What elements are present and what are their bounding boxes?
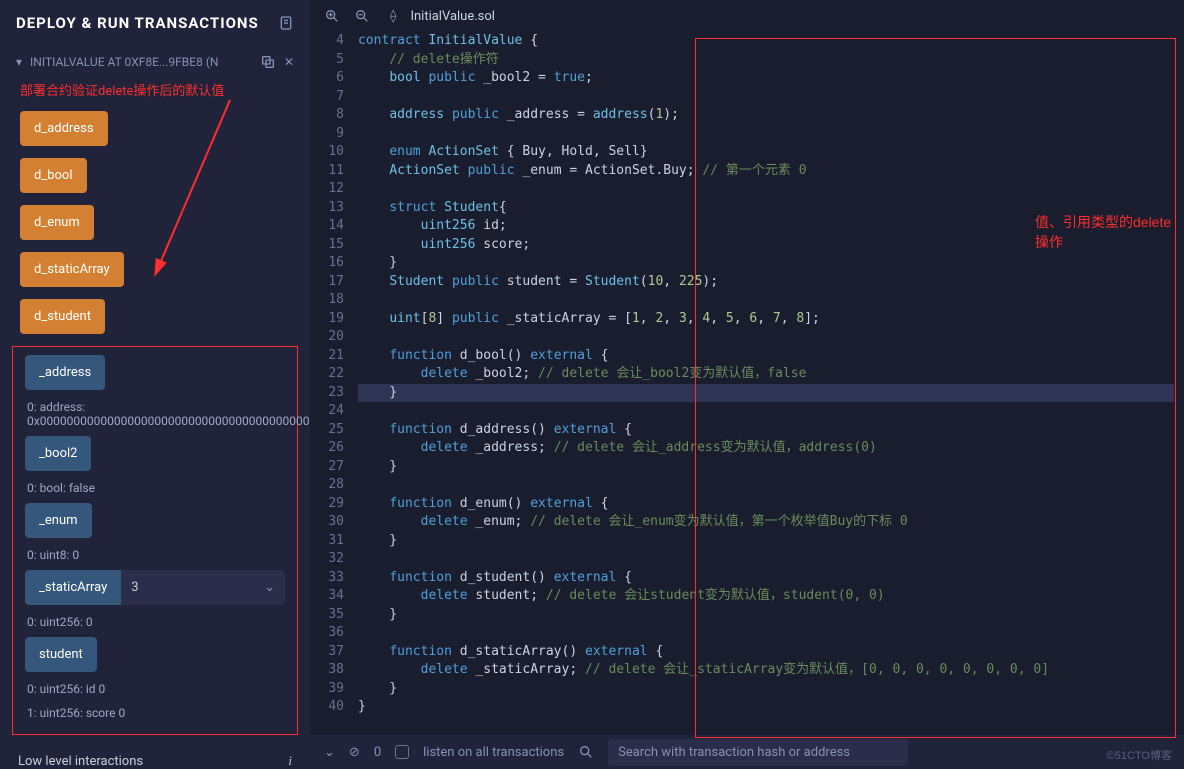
- search-icon[interactable]: [578, 744, 594, 760]
- fn-button-d_bool[interactable]: d_bool: [20, 158, 87, 193]
- pending-count: 0: [374, 745, 381, 760]
- annotation-right: 值、引用类型的delete操作: [1035, 212, 1184, 252]
- terminal-bar: ⌄ ⊘ 0 listen on all transactions Search …: [310, 735, 1184, 769]
- result-value: 0: address: 0x00000000000000000000000000…: [17, 394, 293, 432]
- line-gutter: 4567891011121314151617181920212223242526…: [310, 32, 358, 717]
- instance-label: INITIALVALUE AT 0XF8E...9FBE8 (N: [30, 55, 252, 69]
- doc-icon[interactable]: [278, 15, 294, 31]
- result-value: 0: uint8: 0: [17, 542, 293, 566]
- getter-_enum[interactable]: _enum: [25, 503, 92, 538]
- annotation-left: 部署合约验证delete操作后的默认值: [0, 78, 310, 105]
- result-value: 0: bool: false: [17, 475, 293, 499]
- getter-_address[interactable]: _address: [25, 355, 105, 390]
- file-tab[interactable]: InitialValue.sol: [410, 9, 495, 24]
- copy-icon[interactable]: [260, 54, 276, 70]
- fn-button-d_staticArray[interactable]: d_staticArray: [20, 252, 124, 287]
- getter-_bool2[interactable]: _bool2: [25, 436, 91, 471]
- chevron-down-icon: ▾: [16, 55, 22, 69]
- terminal-search-input[interactable]: Search with transaction hash or address: [608, 739, 908, 766]
- info-icon[interactable]: i: [288, 753, 292, 769]
- main: ⟠ InitialValue.sol 456789101112131415161…: [310, 0, 1184, 769]
- block-icon[interactable]: ⊘: [349, 745, 360, 760]
- zoom-out-icon[interactable]: [354, 8, 370, 24]
- getter-input-_staticArray[interactable]: 3⌄: [121, 570, 285, 605]
- result-value: 0: uint256: 0: [17, 609, 293, 633]
- contract-instance[interactable]: ▾ INITIALVALUE AT 0XF8E...9FBE8 (N ✕: [0, 46, 310, 78]
- listen-checkbox[interactable]: [395, 745, 409, 759]
- editor-topbar: ⟠ InitialValue.sol: [310, 0, 1184, 32]
- fn-button-d_student[interactable]: d_student: [20, 299, 105, 334]
- zoom-in-icon[interactable]: [324, 8, 340, 24]
- result-box: _address 0: address: 0x000000000000000000…: [12, 346, 298, 735]
- panel-title: DEPLOY & RUN TRANSACTIONS: [16, 14, 259, 32]
- fn-button-d_address[interactable]: d_address: [20, 111, 108, 146]
- close-icon[interactable]: ✕: [284, 55, 294, 69]
- code-editor[interactable]: 4567891011121314151617181920212223242526…: [310, 32, 1184, 735]
- chevron-down-icon[interactable]: ⌄: [264, 580, 275, 595]
- low-level-label: Low level interactions: [18, 754, 143, 769]
- solidity-icon: ⟠: [390, 9, 396, 24]
- code-content[interactable]: contract InitialValue { // delete操作符 boo…: [358, 32, 1184, 717]
- watermark: ©51CTO博客: [1107, 747, 1172, 763]
- getter-_staticArray[interactable]: _staticArray: [25, 570, 121, 605]
- sidebar: DEPLOY & RUN TRANSACTIONS ▾ INITIALVALUE…: [0, 0, 310, 769]
- chevrons-icon[interactable]: ⌄: [324, 745, 335, 760]
- getter-student[interactable]: student: [25, 637, 97, 672]
- result-value: 0: uint256: id 0: [17, 676, 293, 700]
- result-value: 1: uint256: score 0: [17, 700, 293, 724]
- listen-label: listen on all transactions: [423, 745, 564, 760]
- fn-button-d_enum[interactable]: d_enum: [20, 205, 94, 240]
